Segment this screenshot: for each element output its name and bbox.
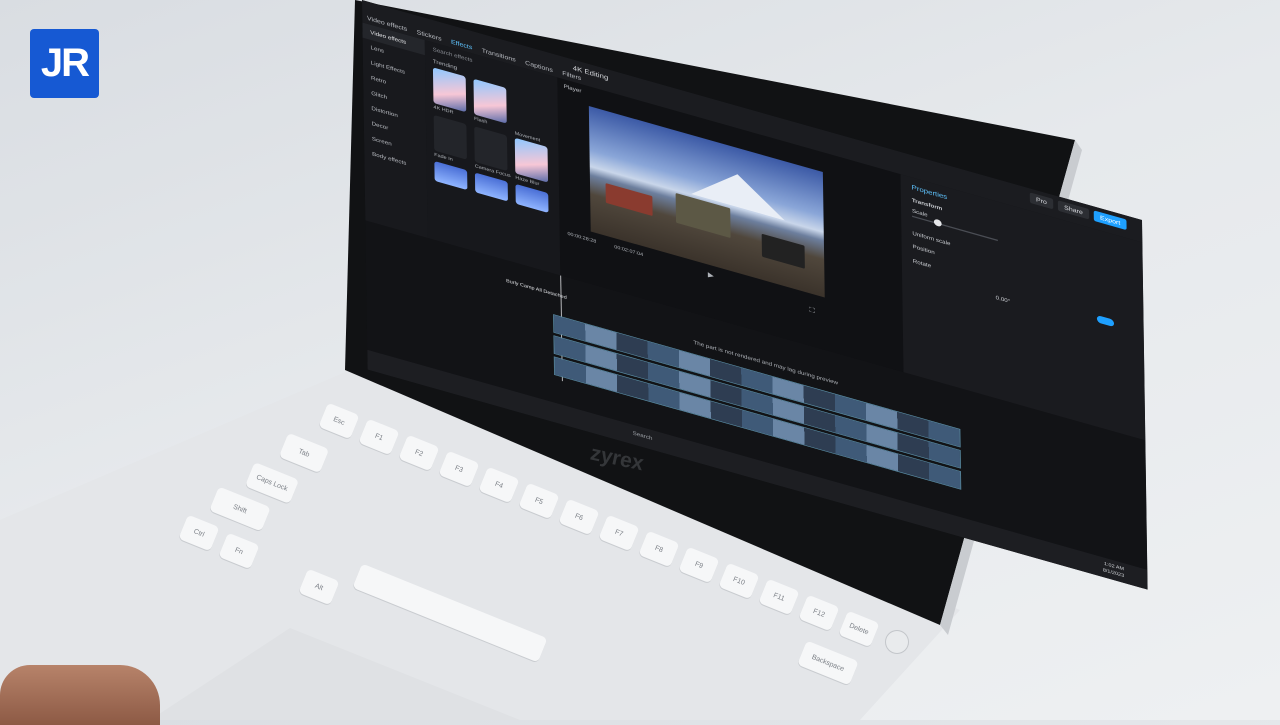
vehicle-red [605, 183, 653, 217]
effects-library: Search effects Trending 4K HDR Flash Fad… [424, 40, 561, 276]
rotate-label: Rotate [912, 257, 932, 269]
position-label: Position [912, 243, 935, 256]
clip-name: Burly Camp All Detached [506, 278, 567, 301]
taskbar-clock: 1:02 AM 8/1/2023 [1103, 561, 1124, 580]
effect-thumb[interactable] [474, 172, 508, 202]
taskbar-search[interactable]: Search [633, 430, 653, 442]
player-label: Player [563, 83, 582, 95]
effects-category-list: Video effects Lens Light Effects Retro G… [362, 22, 428, 239]
photo-scene: JR Video effects Stickers Effects Transi… [0, 0, 1280, 725]
play-icon[interactable]: ▶ [708, 271, 714, 280]
rotate-value[interactable]: 0.00° [996, 294, 1011, 304]
effect-thumb[interactable] [515, 183, 549, 213]
effect-thumb[interactable] [434, 161, 468, 191]
scale-slider-knob[interactable] [933, 218, 942, 228]
uniform-scale-toggle[interactable] [1096, 315, 1115, 328]
fullscreen-icon[interactable]: ⛶ [809, 306, 815, 315]
vehicle-jeep [761, 233, 805, 269]
user-hand [0, 665, 160, 725]
time-total: 00:02:07:04 [614, 244, 644, 258]
power-button-icon[interactable] [886, 631, 908, 653]
time-current: 00:00:28:28 [567, 231, 597, 245]
